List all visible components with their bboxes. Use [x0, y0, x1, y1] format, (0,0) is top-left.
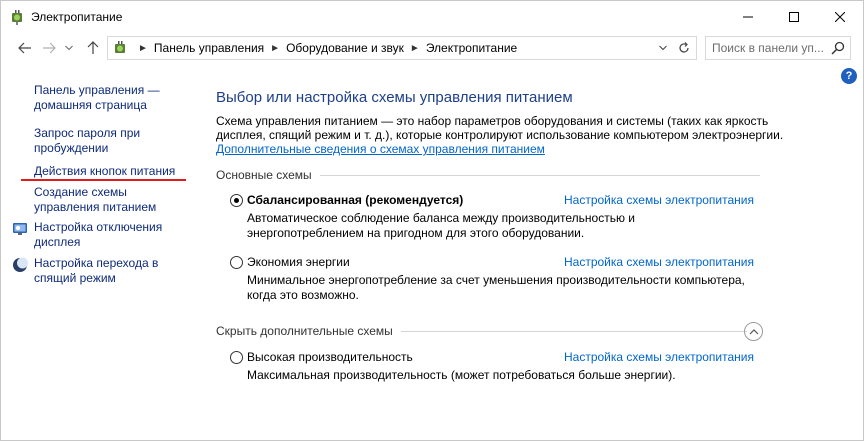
maximize-button[interactable]: [771, 1, 817, 33]
sidebar-item-wake-password[interactable]: Запрос пароля при пробуждении: [34, 126, 194, 156]
breadcrumb-separator-icon[interactable]: ►: [138, 43, 148, 54]
plan-power-saver-radio[interactable]: [230, 255, 243, 269]
red-underline-annotation: [21, 179, 186, 181]
refresh-button[interactable]: [676, 40, 692, 56]
close-button[interactable]: [817, 1, 863, 33]
search-input[interactable]: [712, 41, 830, 55]
arrow-left-icon: [18, 42, 31, 54]
plan-balanced-settings-link[interactable]: Настройка схемы электропитания: [564, 193, 754, 207]
navigation-bar: ► Панель управления ► Оборудование и зву…: [1, 35, 863, 61]
back-button[interactable]: [15, 38, 35, 58]
sidebar-item-control-panel-home[interactable]: Панель управления — домашняя страница: [34, 83, 194, 113]
close-icon: [835, 12, 845, 22]
section-divider: [400, 330, 747, 332]
plan-high-performance-radio[interactable]: [230, 350, 243, 364]
plan-high-performance-name[interactable]: Высокая производительность: [247, 350, 413, 364]
plan-balanced: Сбалансированная (рекомендуется) Настрой…: [230, 192, 754, 241]
chevron-up-icon: [749, 329, 758, 335]
window-controls: [725, 1, 863, 33]
sleep-moon-icon: [13, 257, 28, 272]
plan-balanced-name[interactable]: Сбалансированная (рекомендуется): [247, 193, 463, 207]
plan-high-performance-description: Максимальная производительность (может п…: [247, 368, 676, 382]
plan-high-performance-row[interactable]: Высокая производительность Настройка схе…: [230, 349, 754, 365]
plan-balanced-radio[interactable]: [230, 193, 243, 207]
plan-high-performance-settings-link[interactable]: Настройка схемы электропитания: [564, 350, 754, 364]
more-info-link[interactable]: Дополнительные сведения о схемах управле…: [216, 142, 545, 156]
collapse-extra-plans-button[interactable]: [744, 322, 763, 341]
help-icon[interactable]: ?: [841, 68, 857, 84]
breadcrumb-hardware-sound[interactable]: Оборудование и звук: [286, 41, 404, 55]
window: Электропитание ► Панель управления ► Обо…: [0, 0, 864, 441]
page-description: Схема управления питанием — это набор па…: [216, 114, 784, 142]
plan-power-saver-name[interactable]: Экономия энергии: [247, 255, 350, 269]
minimize-icon: [743, 16, 753, 18]
sidebar-item-power-buttons[interactable]: Действия кнопок питания: [34, 164, 194, 179]
address-bar[interactable]: ► Панель управления ► Оборудование и зву…: [107, 36, 697, 60]
plan-balanced-description: Автоматическое соблюдение баланса между …: [247, 211, 636, 240]
breadcrumb-power-options[interactable]: Электропитание: [426, 41, 517, 55]
plan-high-performance: Высокая производительность Настройка схе…: [230, 349, 754, 383]
chevron-down-icon: [659, 45, 667, 51]
sidebar-item-display-off[interactable]: Настройка отключения дисплея: [34, 220, 194, 250]
plan-power-saver-settings-link[interactable]: Настройка схемы электропитания: [564, 255, 754, 269]
maximize-icon: [789, 12, 799, 22]
arrow-up-icon: [87, 41, 99, 54]
minimize-button[interactable]: [725, 1, 771, 33]
title-bar: Электропитание: [1, 1, 863, 33]
plan-balanced-row[interactable]: Сбалансированная (рекомендуется) Настрой…: [230, 192, 754, 208]
plan-power-saver-row[interactable]: Экономия энергии Настройка схемы электро…: [230, 254, 754, 270]
section-hidden-plans-label: Скрыть дополнительные схемы: [216, 324, 393, 338]
power-options-icon: [12, 10, 22, 25]
forward-button[interactable]: [39, 38, 59, 58]
search-box[interactable]: [705, 36, 851, 60]
section-hidden-plans: Скрыть дополнительные схемы: [216, 324, 747, 338]
refresh-icon: [679, 42, 689, 53]
recent-locations-button[interactable]: [59, 38, 79, 58]
breadcrumb-separator-icon[interactable]: ►: [410, 43, 420, 54]
section-divider: [319, 174, 760, 176]
sidebar-item-create-plan[interactable]: Создание схемы управления питанием: [34, 185, 194, 215]
breadcrumb-separator-icon[interactable]: ►: [270, 43, 280, 54]
plan-power-saver: Экономия энергии Настройка схемы электро…: [230, 254, 754, 303]
sidebar-item-sleep[interactable]: Настройка перехода в спящий режим: [34, 256, 194, 286]
display-off-icon: [13, 223, 27, 235]
arrow-right-icon: [43, 42, 56, 54]
plan-power-saver-description: Минимальное энергопотребление за счет ум…: [247, 273, 745, 302]
power-options-icon: [115, 41, 125, 53]
up-button[interactable]: [83, 38, 103, 58]
section-main-plans-label: Основные схемы: [216, 168, 312, 182]
address-dropdown-button[interactable]: [656, 41, 670, 55]
breadcrumb-control-panel[interactable]: Панель управления: [154, 41, 264, 55]
section-main-plans: Основные схемы: [216, 168, 760, 182]
search-icon[interactable]: [831, 41, 845, 55]
page-title: Выбор или настройка схемы управления пит…: [216, 89, 573, 106]
window-title: Электропитание: [31, 10, 123, 24]
chevron-down-icon: [65, 45, 73, 51]
